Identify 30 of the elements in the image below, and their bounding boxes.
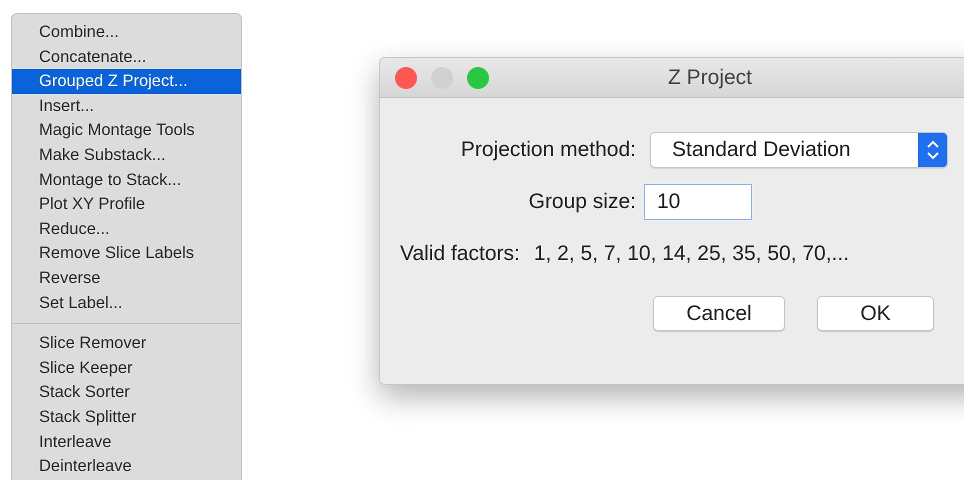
field-label: Projection method: xyxy=(460,138,636,162)
menu-item[interactable]: Reverse xyxy=(12,266,241,291)
menu-item[interactable]: Interleave xyxy=(12,430,241,454)
menu-item[interactable]: Stack Sorter xyxy=(12,380,241,405)
menu-item[interactable]: Deinterleave xyxy=(12,454,241,479)
window-control-button[interactable] xyxy=(467,67,489,89)
menu-item[interactable]: Set Label... xyxy=(12,290,241,316)
valid-factors-value: 1, 2, 5, 7, 10, 14, 25, 35, 50, 70,... xyxy=(534,242,850,266)
window-control-button[interactable] xyxy=(395,67,417,89)
window-title: Z Project xyxy=(668,66,752,90)
menu-item[interactable]: Combine... xyxy=(12,20,241,45)
menu-item[interactable]: Grouped Z Project... xyxy=(12,69,241,94)
menu-item[interactable]: Insert... xyxy=(12,94,241,118)
menu-item[interactable]: Remove Slice Labels xyxy=(12,241,241,266)
menu-item[interactable]: Reduce... xyxy=(12,216,241,242)
menu-item[interactable]: Plot XY Profile xyxy=(12,192,241,217)
group-size-input[interactable]: 10 xyxy=(644,184,752,220)
menu-item[interactable]: Stack Splitter xyxy=(12,404,241,430)
field-label: Group size: xyxy=(528,190,636,214)
projection-method-dropdown[interactable]: Standard Deviation xyxy=(650,132,948,168)
up-down-chevron-icon xyxy=(926,140,940,160)
menu-item[interactable]: Slice Remover xyxy=(12,331,241,356)
cancel-button[interactable]: Cancel xyxy=(653,296,785,331)
menu-item[interactable]: Make Substack... xyxy=(12,142,241,168)
valid-factors-label: Valid factors: xyxy=(400,242,520,266)
menu-item[interactable]: Montage to Stack... xyxy=(12,168,241,192)
menu-item[interactable]: Slice Keeper xyxy=(12,356,241,380)
menu-item[interactable]: Concatenate... xyxy=(12,44,241,70)
ok-button[interactable]: OK xyxy=(817,296,934,331)
menu-item[interactable]: Magic Montage Tools xyxy=(12,118,241,143)
